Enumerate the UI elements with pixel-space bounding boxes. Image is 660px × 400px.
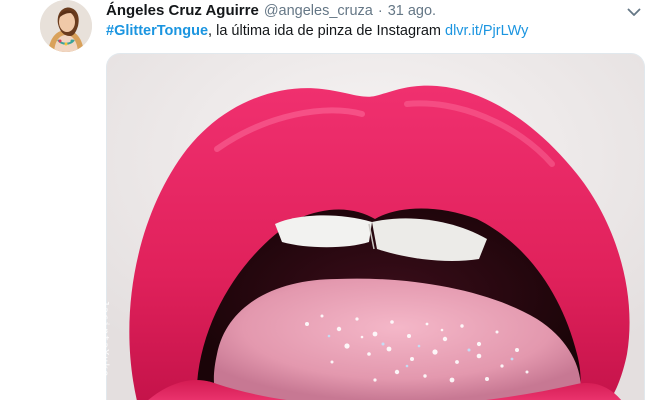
url-link[interactable]: dlvr.it/PjrLWy — [445, 23, 528, 39]
avatar-image — [40, 0, 92, 52]
lips-photo — [107, 54, 644, 400]
photo-watermark: JacintaYuko — [99, 300, 110, 378]
author-handle[interactable]: @angeles_cruza — [264, 3, 373, 19]
author-name[interactable]: Ángeles Cruz Aguirre — [106, 2, 259, 19]
tweet: Ángeles Cruz Aguirre @angeles_cruza · 31… — [0, 0, 660, 400]
tweet-media[interactable] — [106, 53, 645, 400]
tweet-header: Ángeles Cruz Aguirre @angeles_cruza · 31… — [106, 2, 436, 22]
avatar[interactable] — [40, 0, 92, 52]
chevron-down-icon[interactable] — [624, 2, 644, 22]
hashtag-link[interactable]: #GlitterTongue — [106, 23, 208, 39]
tweet-date[interactable]: 31 ago. — [388, 3, 436, 19]
separator-dot: · — [377, 3, 383, 19]
tweet-body: , la última ida de pinza de Instagram — [208, 23, 446, 39]
tweet-text: #GlitterTongue, la última ida de pinza d… — [106, 23, 528, 43]
